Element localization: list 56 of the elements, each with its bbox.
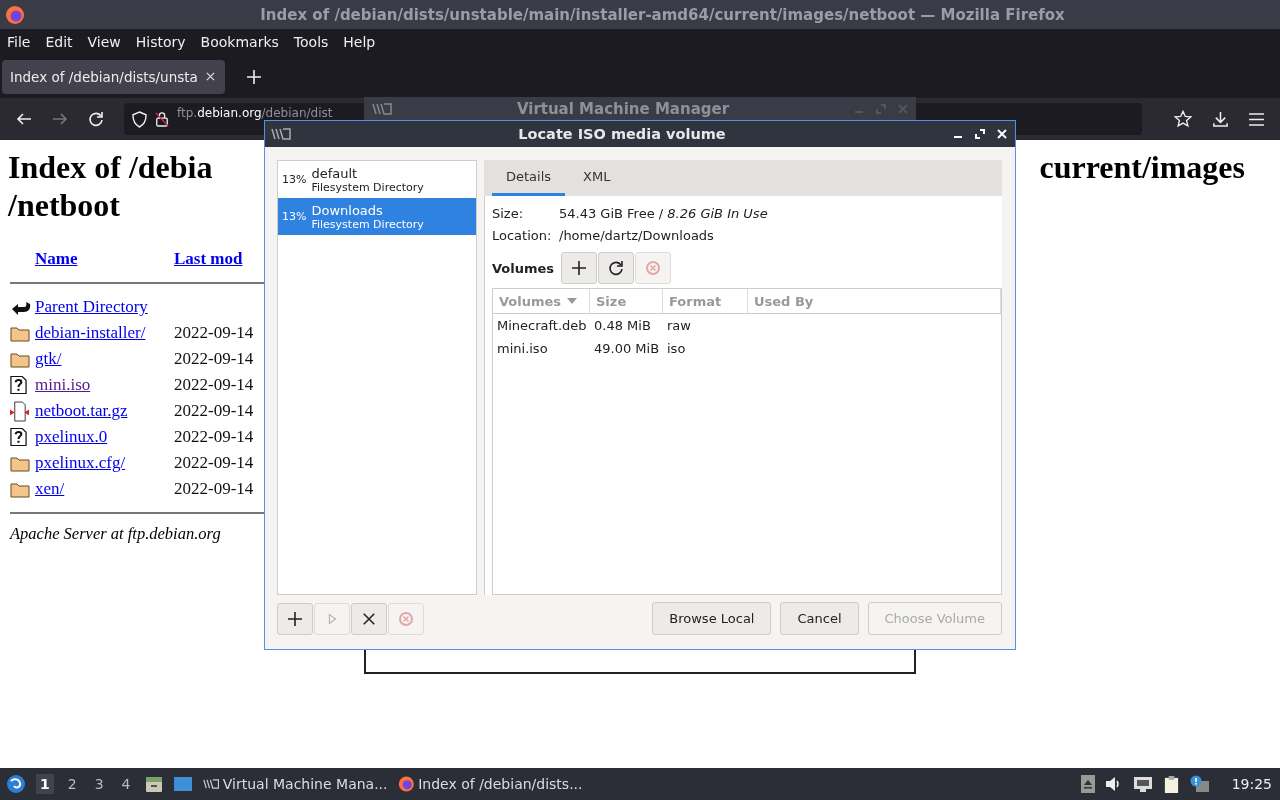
modified-date: 2022-09-14: [174, 453, 255, 473]
menu-item[interactable]: File: [7, 34, 31, 50]
window-title: Virtual Machine Manager: [515, 99, 731, 118]
pool-type: Filesystem Directory: [311, 217, 424, 231]
column-header-link[interactable]: Last mod: [174, 249, 243, 269]
section-label: Volumes: [492, 260, 555, 276]
file-link[interactable]: gtk/: [35, 349, 62, 369]
taskbar-task[interactable]: Index of /debian/dists...: [397, 775, 583, 793]
file-link[interactable]: netboot.tar.gz: [35, 401, 128, 421]
file-link[interactable]: pxelinux.cfg/: [35, 453, 126, 473]
workspace-button[interactable]: 1: [36, 774, 54, 794]
modified-date: 2022-09-14: [174, 479, 255, 499]
menu-item[interactable]: History: [135, 34, 186, 50]
volume-row[interactable]: Minecraft.deb 0.48 MiB raw: [493, 314, 1001, 337]
menu-item[interactable]: View: [87, 34, 121, 50]
menu-item[interactable]: Bookmarks: [200, 34, 279, 50]
workspace-button[interactable]: 2: [63, 774, 81, 794]
modified-date: 2022-09-14: [174, 323, 255, 343]
file-link[interactable]: xen/: [35, 479, 65, 499]
menu-item[interactable]: Edit: [45, 34, 73, 50]
menu-item[interactable]: Tools: [293, 34, 329, 50]
page-heading: current/images: [1039, 148, 1245, 186]
browser-tab[interactable]: Index of /debian/dists/unsta: [2, 59, 225, 94]
page-heading: /netboot: [8, 186, 120, 224]
pool-name: default: [311, 165, 359, 181]
tab[interactable]: XML: [569, 160, 625, 196]
location-value: /home/dartz/Downloads: [559, 227, 714, 243]
server-signature: Apache Server at ftp.debian.org: [10, 524, 222, 544]
menu-item[interactable]: Help: [343, 34, 376, 50]
modified-date: 2022-09-14: [174, 401, 255, 421]
dialog-title: Locate ISO media volume: [517, 126, 727, 142]
clock: 19:25: [1231, 776, 1272, 792]
workspace-button[interactable]: 3: [90, 774, 108, 794]
workspace-button[interactable]: 4: [117, 774, 135, 794]
usage-percent: 13%: [282, 173, 307, 186]
field-label: Location:: [492, 227, 553, 243]
file-link[interactable]: pxelinux.0: [35, 427, 108, 447]
field-label: Size:: [492, 205, 525, 221]
tab[interactable]: Details: [492, 160, 566, 196]
taskbar-task[interactable]: Virtual Machine Mana...: [202, 776, 388, 792]
usage-percent: 13%: [282, 210, 307, 223]
dialog-button[interactable]: Cancel: [780, 602, 859, 635]
pool-name: Downloads: [311, 202, 384, 218]
window-title: Index of /debian/dists/unstable/main/installer-amd64/current/images/netboot — Mozilla Firefox: [259, 5, 1066, 24]
file-link[interactable]: mini.iso: [35, 375, 91, 395]
file-link[interactable]: Parent Directory: [35, 297, 148, 317]
file-link[interactable]: debian-installer/: [35, 323, 146, 343]
page-heading: Index of /debia: [8, 148, 213, 186]
dialog-button[interactable]: Browse Local: [652, 602, 772, 635]
volume-row[interactable]: mini.iso 49.00 MiB iso: [493, 337, 1001, 360]
modified-date: 2022-09-14: [174, 427, 255, 447]
pool-type: Filesystem Directory: [311, 180, 424, 194]
column-header-link[interactable]: Name: [35, 249, 78, 269]
modified-date: 2022-09-14: [174, 349, 255, 369]
modified-date: 2022-09-14: [174, 375, 255, 395]
size-value: 54.43 GiB Free / 8.26 GiB In Use: [559, 205, 768, 221]
